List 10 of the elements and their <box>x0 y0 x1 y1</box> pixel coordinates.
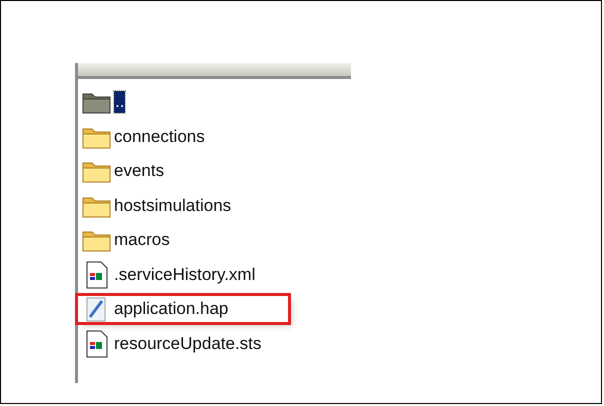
document-icon <box>85 330 109 358</box>
file-item[interactable]: resourceUpdate.sts <box>82 330 270 358</box>
file-item[interactable]: .serviceHistory.xml <box>82 260 264 289</box>
file-item[interactable]: macros <box>82 228 178 252</box>
file-item[interactable]: hostsimulations <box>82 194 240 218</box>
file-item[interactable]: connections <box>82 124 213 149</box>
file-item[interactable]: application.hap <box>78 296 288 322</box>
file-item[interactable]: events <box>82 159 172 184</box>
document-icon <box>85 260 109 289</box>
file-item[interactable]: .. <box>82 90 134 114</box>
